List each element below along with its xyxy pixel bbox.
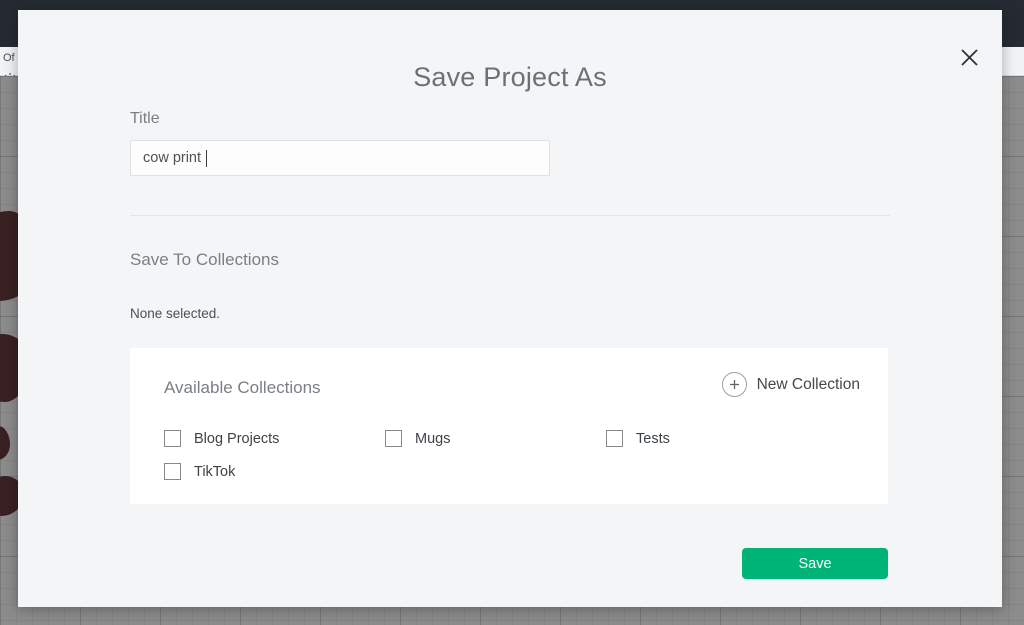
- collection-item[interactable]: Tests: [606, 422, 827, 455]
- checkbox[interactable]: [164, 430, 181, 447]
- selected-collections-status: None selected.: [130, 306, 220, 321]
- new-collection-button[interactable]: New Collection: [722, 372, 860, 397]
- checkbox[interactable]: [385, 430, 402, 447]
- plus-circle-icon: [722, 372, 747, 397]
- save-to-collections-heading: Save To Collections: [130, 250, 279, 270]
- collection-item[interactable]: Mugs: [385, 422, 606, 455]
- canvas-artwork-shape: [0, 426, 10, 460]
- collection-label: Blog Projects: [194, 431, 279, 447]
- title-input[interactable]: cow print: [130, 140, 550, 176]
- title-input-value: cow print: [143, 150, 201, 166]
- collection-label: Mugs: [415, 431, 450, 447]
- checkbox[interactable]: [606, 430, 623, 447]
- text-caret: [206, 150, 207, 167]
- title-field-label: Title: [130, 110, 570, 128]
- dialog-title: Save Project As: [18, 62, 1002, 93]
- app-toolbar-label: Of: [3, 52, 15, 64]
- save-button[interactable]: Save: [742, 548, 888, 579]
- save-project-as-dialog: Save Project As Title cow print Save To …: [18, 10, 1002, 607]
- collection-item[interactable]: Blog Projects: [164, 422, 385, 455]
- checkbox[interactable]: [164, 463, 181, 480]
- collections-checkbox-grid: Blog Projects Mugs Tests TikTok: [164, 422, 864, 488]
- section-divider: [130, 215, 890, 216]
- collection-label: Tests: [636, 431, 670, 447]
- collection-label: TikTok: [194, 464, 235, 480]
- collection-item[interactable]: TikTok: [164, 455, 385, 488]
- available-collections-title: Available Collections: [164, 378, 321, 398]
- available-collections-panel: Available Collections New Collection Blo…: [130, 348, 888, 504]
- title-field-group: Title cow print: [130, 110, 570, 176]
- new-collection-label: New Collection: [757, 376, 860, 394]
